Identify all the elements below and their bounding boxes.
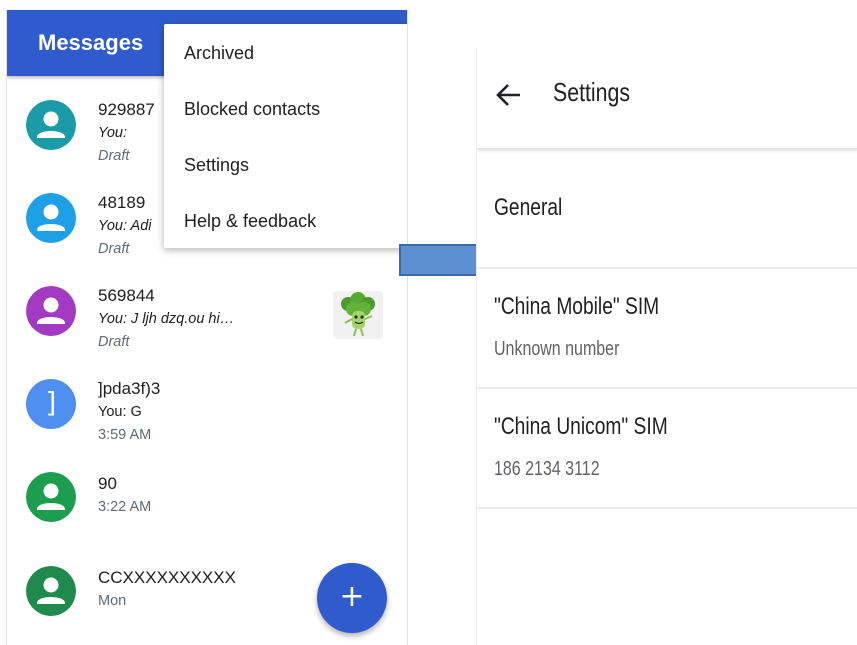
contact-avatar (26, 193, 76, 243)
screenshot-composite: Messages 929887 You: Draft 48189 You: Ad… (0, 0, 857, 645)
conversation-timestamp: Mon (98, 593, 127, 609)
conversation-timestamp: 3:59 AM (98, 427, 152, 443)
messages-screen: Messages 929887 You: Draft 48189 You: Ad… (6, 10, 408, 645)
person-icon (26, 566, 76, 616)
settings-item-label: "China Unicom" SIM (494, 413, 668, 440)
conversation-name: 929887 (98, 100, 155, 119)
settings-item-subtitle: 186 2134 3112 (494, 458, 600, 480)
settings-item-subtitle: Unknown number (494, 338, 620, 360)
conversation-name: ]pda3f)3 (98, 379, 161, 398)
contact-avatar: ] (26, 379, 76, 429)
conversation-snippet: You: G (98, 404, 142, 420)
person-icon (26, 100, 76, 150)
settings-item-general[interactable]: General (477, 152, 857, 268)
menu-item-label: Help & feedback (184, 211, 317, 231)
start-chat-button[interactable]: + (317, 563, 387, 633)
conversation-snippet: You: J ljh dzq.ou hi… (98, 311, 235, 327)
contact-avatar (26, 286, 76, 336)
conversation-status: Draft (98, 334, 130, 350)
menu-item-archived[interactable]: Archived (164, 26, 407, 82)
plus-icon: + (339, 579, 365, 614)
person-icon (26, 286, 76, 336)
contact-avatar (26, 566, 76, 616)
conversation-snippet: You: (98, 125, 128, 141)
menu-item-label: Settings (184, 155, 250, 175)
menu-item-settings[interactable]: Settings (164, 138, 407, 194)
menu-item-label: Archived (184, 43, 255, 63)
arrow-back-icon[interactable] (493, 80, 523, 110)
divider (477, 507, 857, 509)
conversation-status: Draft (98, 241, 130, 257)
settings-item-sim-china-unicom[interactable]: "China Unicom" SIM 186 2134 3112 (477, 389, 857, 507)
conversation-item[interactable]: ] ]pda3f)3 You: G 3:59 AM (7, 367, 407, 457)
page-title: Settings (553, 77, 631, 107)
settings-item-sim-china-mobile[interactable]: "China Mobile" SIM Unknown number (477, 269, 857, 387)
overflow-menu: Archived Blocked contacts Settings Help … (164, 24, 407, 250)
contact-avatar (26, 472, 76, 522)
person-icon (26, 193, 76, 243)
conversation-name: 569844 (98, 286, 155, 305)
conversation-item[interactable]: 90 3:22 AM (7, 460, 407, 550)
settings-toolbar: Settings (477, 48, 857, 149)
conversation-name: 48189 (98, 193, 146, 212)
settings-item-label: "China Mobile" SIM (494, 293, 660, 320)
avatar-initial: ] (45, 386, 57, 419)
settings-item-label: General (494, 194, 563, 221)
broccoli-sticker-icon[interactable] (333, 291, 383, 339)
conversation-snippet: You: Adi (98, 218, 152, 234)
conversation-status: Draft (98, 148, 130, 164)
menu-item-blocked-contacts[interactable]: Blocked contacts (164, 82, 407, 138)
contact-avatar (26, 100, 76, 150)
conversation-name: 90 (98, 474, 117, 493)
person-icon (26, 472, 76, 522)
menu-item-help-feedback[interactable]: Help & feedback (164, 194, 407, 250)
menu-item-label: Blocked contacts (184, 99, 321, 119)
app-title: Messages (38, 30, 144, 55)
conversation-timestamp: 3:22 AM (98, 499, 152, 515)
conversation-name: CCXXXXXXXXXX (98, 568, 236, 587)
settings-screen: Settings General "China Mobile" SIM Unkn… (476, 48, 857, 645)
